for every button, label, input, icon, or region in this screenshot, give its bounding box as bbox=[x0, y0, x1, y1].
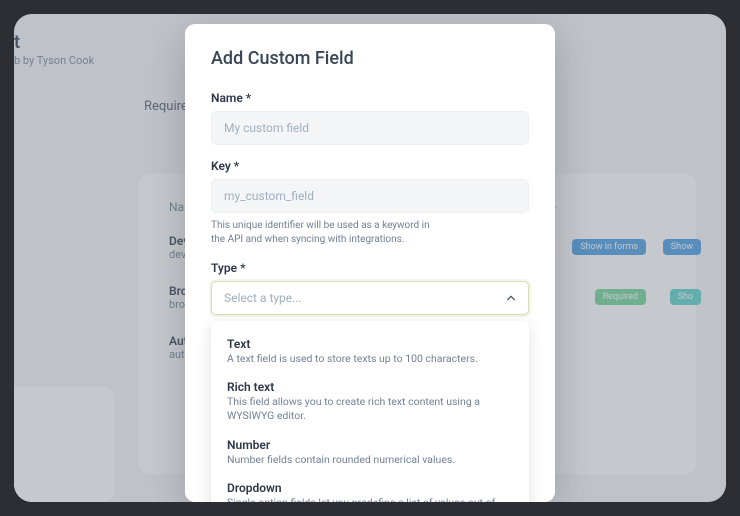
app-window: t b by Tyson Cook Requirem Name e Device… bbox=[14, 14, 726, 502]
type-dropdown-menu: Text A text field is used to store texts… bbox=[211, 321, 529, 502]
option-desc: A text field is used to store texts up t… bbox=[227, 352, 513, 366]
type-option-text[interactable]: Text A text field is used to store texts… bbox=[211, 331, 529, 374]
chevron-up-icon bbox=[506, 293, 516, 303]
add-custom-field-modal: Add Custom Field Name * Key * This uniqu… bbox=[185, 24, 555, 502]
type-select-placeholder: Select a type... bbox=[224, 291, 302, 305]
option-desc: This field allows you to create rich tex… bbox=[227, 395, 513, 423]
type-field-group: Type * Select a type... Text A text fiel… bbox=[211, 261, 529, 502]
name-input[interactable] bbox=[211, 111, 529, 145]
type-label: Type * bbox=[211, 261, 529, 275]
name-label: Name * bbox=[211, 91, 529, 105]
key-field-group: Key * This unique identifier will be use… bbox=[211, 159, 529, 247]
key-help-text: This unique identifier will be used as a… bbox=[211, 219, 441, 247]
option-title: Number bbox=[227, 438, 513, 452]
type-option-richtext[interactable]: Rich text This field allows you to creat… bbox=[211, 374, 529, 431]
modal-title: Add Custom Field bbox=[211, 48, 529, 69]
type-select[interactable]: Select a type... bbox=[211, 281, 529, 315]
key-label: Key * bbox=[211, 159, 529, 173]
type-option-number[interactable]: Number Number fields contain rounded num… bbox=[211, 432, 529, 475]
key-input[interactable] bbox=[211, 179, 529, 213]
option-desc: Number fields contain rounded numerical … bbox=[227, 453, 513, 467]
option-desc: Single option fields let you predefine a… bbox=[227, 496, 513, 502]
type-option-dropdown[interactable]: Dropdown Single option fields let you pr… bbox=[211, 475, 529, 502]
option-title: Rich text bbox=[227, 380, 513, 394]
option-title: Dropdown bbox=[227, 481, 513, 495]
name-field-group: Name * bbox=[211, 91, 529, 145]
option-title: Text bbox=[227, 337, 513, 351]
